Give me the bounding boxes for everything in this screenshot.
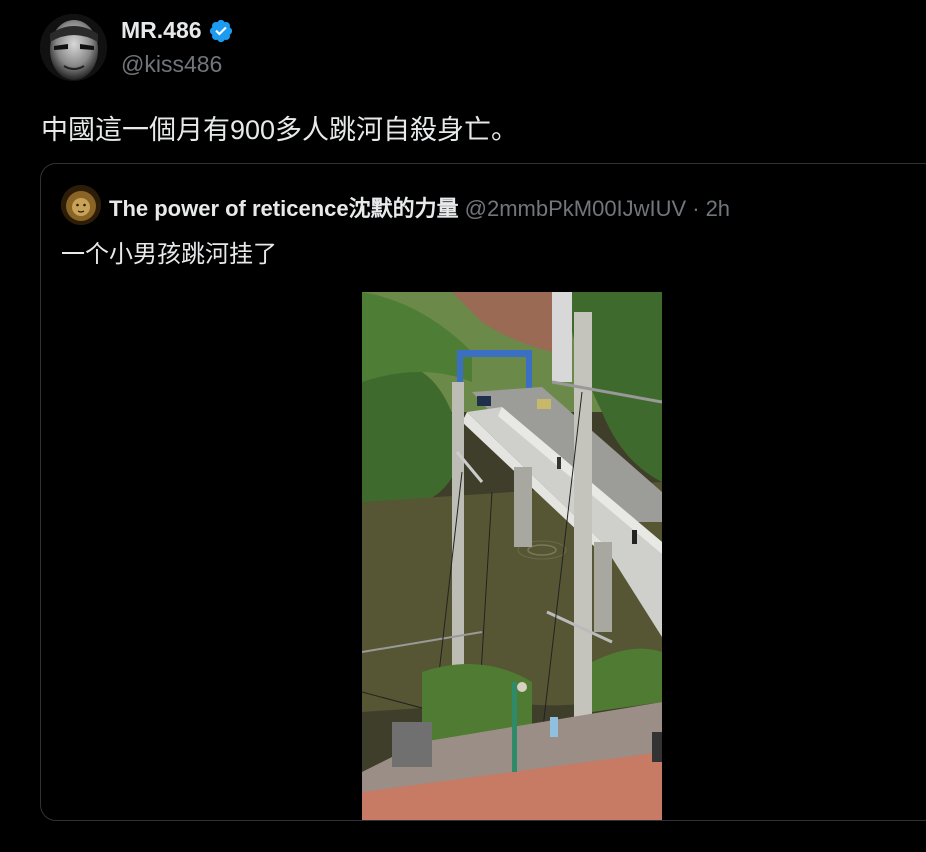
video-frame-image — [362, 292, 662, 820]
header-separator: · — [692, 196, 700, 221]
author-handle[interactable]: @kiss486 — [121, 51, 222, 78]
quoted-author-avatar[interactable] — [61, 185, 101, 225]
quoted-tweet-time[interactable]: 2h — [706, 196, 730, 222]
author-name[interactable]: MR.486 — [121, 17, 202, 44]
verified-badge-icon — [209, 19, 232, 42]
lion-avatar-image — [61, 185, 101, 225]
quoted-tweet-card[interactable]: The power of reticence沈默的力量 @2mmbPkM00IJ… — [40, 163, 926, 821]
quoted-tweet-text: 一个小男孩跳河挂了 — [61, 241, 277, 268]
author-avatar[interactable] — [40, 14, 107, 81]
quoted-tweet-header: The power of reticence沈默的力量 @2mmbPkM00IJ… — [109, 191, 730, 223]
author-name-row[interactable]: MR.486 — [121, 17, 234, 44]
video-thumbnail[interactable] — [362, 292, 662, 820]
quoted-author-name[interactable]: The power of reticence沈默的力量 — [109, 191, 459, 223]
tweet-text: 中國這一個月有900多人跳河自殺身亡。 — [41, 115, 519, 145]
author-avatar-image — [40, 14, 107, 81]
quoted-author-handle[interactable]: @2mmbPkM00IJwIUV — [465, 196, 687, 222]
